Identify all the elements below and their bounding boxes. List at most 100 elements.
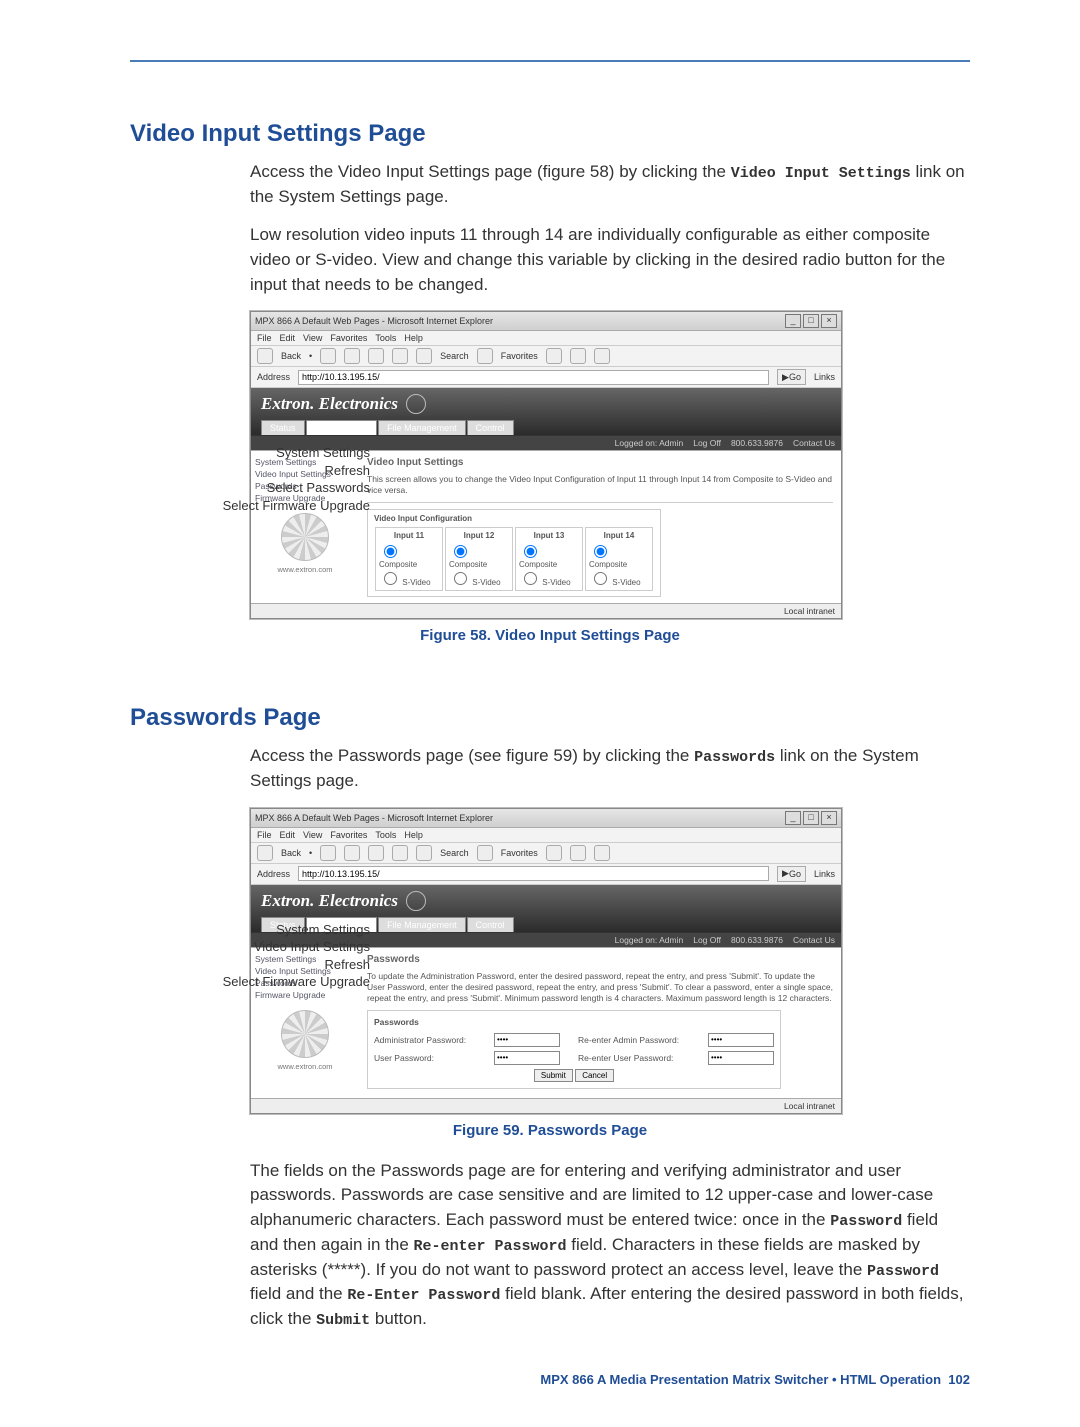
menu-favorites[interactable]: Favorites xyxy=(330,333,367,343)
menu-tools[interactable]: Tools xyxy=(375,830,396,840)
brand-icon xyxy=(406,891,426,911)
tab-control[interactable]: Control xyxy=(467,420,514,435)
links-label[interactable]: Links xyxy=(814,869,835,879)
tab-file-management[interactable]: File Management xyxy=(378,420,466,435)
window-title: MPX 866 A Default Web Pages - Microsoft … xyxy=(255,316,493,326)
input14-svideo-radio[interactable] xyxy=(594,572,607,585)
logoff-link[interactable]: Log Off xyxy=(693,438,721,448)
menu-favorites[interactable]: Favorites xyxy=(330,830,367,840)
favorites-icon[interactable] xyxy=(477,845,493,861)
callout-label: Refresh xyxy=(100,462,370,480)
go-button[interactable]: ▶ Go xyxy=(777,369,806,385)
history-icon[interactable] xyxy=(546,348,562,364)
sidenav-firmware-upgrade[interactable]: Firmware Upgrade xyxy=(255,990,355,1000)
passwords-box-title: Passwords xyxy=(374,1017,774,1027)
input-12-col: Input 12 Composite S-Video xyxy=(445,527,513,591)
menu-file[interactable]: File xyxy=(257,333,272,343)
reenter-user-password-input[interactable] xyxy=(708,1051,774,1065)
search-icon[interactable] xyxy=(416,348,432,364)
callout-label: Video Input Settings xyxy=(100,938,370,956)
menu-view[interactable]: View xyxy=(303,333,322,343)
sidebar-logo-icon xyxy=(281,513,329,561)
stop-icon[interactable] xyxy=(344,348,360,364)
brand-text: Extron. Electronics xyxy=(261,394,398,414)
address-bar: Address ▶ Go Links xyxy=(251,367,841,388)
mail-icon[interactable] xyxy=(570,348,586,364)
tab-control[interactable]: Control xyxy=(467,917,514,932)
main-pane: Video Input Settings This screen allows … xyxy=(359,451,841,603)
home-icon[interactable] xyxy=(392,845,408,861)
titlebar: MPX 866 A Default Web Pages - Microsoft … xyxy=(251,312,841,331)
search-label[interactable]: Search xyxy=(440,351,469,361)
passwords-box: Passwords Administrator Password: Re-ent… xyxy=(367,1010,781,1089)
close-icon[interactable]: × xyxy=(821,314,837,328)
refresh-icon[interactable] xyxy=(368,845,384,861)
print-icon[interactable] xyxy=(594,845,610,861)
logoff-link[interactable]: Log Off xyxy=(693,935,721,945)
maximize-icon[interactable]: □ xyxy=(803,314,819,328)
input12-composite-radio[interactable] xyxy=(454,545,467,558)
back-icon[interactable] xyxy=(257,348,273,364)
inline-code: Video Input Settings xyxy=(731,165,911,182)
favorites-label[interactable]: Favorites xyxy=(501,351,538,361)
status-bar: Local intranet xyxy=(251,603,841,618)
contact-link[interactable]: Contact Us xyxy=(793,438,835,448)
input11-composite-radio[interactable] xyxy=(384,545,397,558)
address-input[interactable] xyxy=(298,370,769,385)
mail-icon[interactable] xyxy=(570,845,586,861)
menu-help[interactable]: Help xyxy=(404,830,423,840)
forward-icon[interactable] xyxy=(320,348,336,364)
menu-edit[interactable]: Edit xyxy=(280,333,296,343)
back-label[interactable]: Back xyxy=(281,848,301,858)
input14-composite-radio[interactable] xyxy=(594,545,607,558)
back-icon[interactable] xyxy=(257,845,273,861)
menu-tools[interactable]: Tools xyxy=(375,333,396,343)
window-title: MPX 866 A Default Web Pages - Microsoft … xyxy=(255,813,493,823)
cancel-button[interactable]: Cancel xyxy=(575,1069,614,1082)
input13-composite-radio[interactable] xyxy=(524,545,537,558)
search-icon[interactable] xyxy=(416,845,432,861)
pane-desc: This screen allows you to change the Vid… xyxy=(367,474,833,496)
user-pwd-label: User Password: xyxy=(374,1053,494,1063)
history-icon[interactable] xyxy=(546,845,562,861)
callout-label: System Settings xyxy=(100,444,370,462)
menu-file[interactable]: File xyxy=(257,830,272,840)
print-icon[interactable] xyxy=(594,348,610,364)
tab-status[interactable]: Status xyxy=(261,420,305,435)
reenter-admin-password-input[interactable] xyxy=(708,1033,774,1047)
go-button[interactable]: ▶ Go xyxy=(777,866,806,882)
zone-label: Local intranet xyxy=(784,1101,835,1111)
tab-configuration[interactable]: Configuration xyxy=(306,420,378,435)
input13-svideo-radio[interactable] xyxy=(524,572,537,585)
callout-label: Select Firmware Upgrade xyxy=(100,497,370,515)
submit-button[interactable]: Submit xyxy=(534,1069,573,1082)
back-label[interactable]: Back xyxy=(281,351,301,361)
menu-help[interactable]: Help xyxy=(404,333,423,343)
menu-view[interactable]: View xyxy=(303,830,322,840)
refresh-icon[interactable] xyxy=(368,348,384,364)
favorites-label[interactable]: Favorites xyxy=(501,848,538,858)
search-label[interactable]: Search xyxy=(440,848,469,858)
minimize-icon[interactable]: _ xyxy=(785,314,801,328)
forward-icon[interactable] xyxy=(320,845,336,861)
menu-edit[interactable]: Edit xyxy=(280,830,296,840)
address-input[interactable] xyxy=(298,866,769,881)
contact-link[interactable]: Contact Us xyxy=(793,935,835,945)
figure58-caption: Figure 58. Video Input Settings Page xyxy=(130,627,970,644)
user-password-input[interactable] xyxy=(494,1051,560,1065)
favorites-icon[interactable] xyxy=(477,348,493,364)
tab-file-management[interactable]: File Management xyxy=(378,917,466,932)
close-icon[interactable]: × xyxy=(821,811,837,825)
links-label[interactable]: Links xyxy=(814,372,835,382)
admin-password-input[interactable] xyxy=(494,1033,560,1047)
minimize-icon[interactable]: _ xyxy=(785,811,801,825)
home-icon[interactable] xyxy=(392,348,408,364)
maximize-icon[interactable]: □ xyxy=(803,811,819,825)
stop-icon[interactable] xyxy=(344,845,360,861)
figure59-callouts: System Settings Video Input Settings Ref… xyxy=(100,921,370,991)
banner: Extron. Electronics Status Configuration… xyxy=(251,388,841,435)
pane-desc: To update the Administration Password, e… xyxy=(367,971,833,1004)
section2-title: Passwords Page xyxy=(130,704,970,732)
input11-svideo-radio[interactable] xyxy=(384,572,397,585)
input12-svideo-radio[interactable] xyxy=(454,572,467,585)
